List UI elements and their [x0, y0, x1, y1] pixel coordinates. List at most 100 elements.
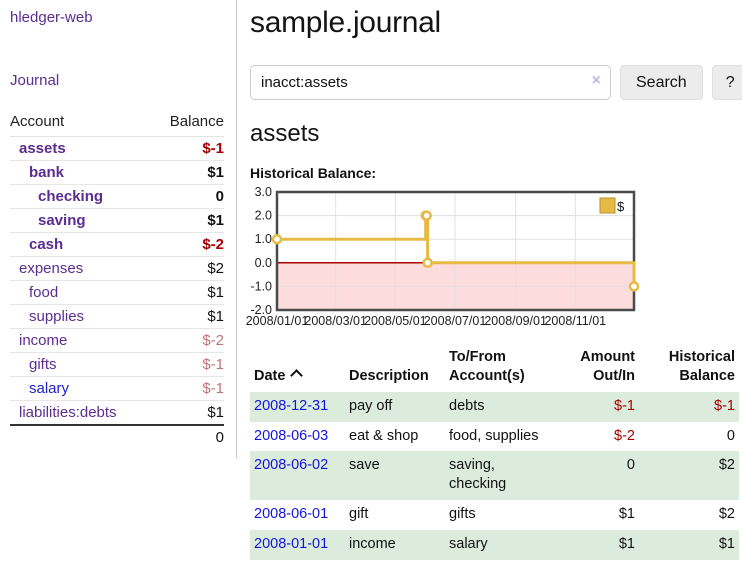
transaction-accounts-line: saving,: [449, 456, 553, 475]
transaction-accounts-line: checking: [449, 475, 553, 494]
app-root: hledger-web Journal Account Balance asse…: [0, 0, 742, 560]
search-input[interactable]: [250, 65, 611, 100]
accounts-table: Account Balance assets$-1bank$1checking0…: [10, 109, 224, 449]
sidebar-account-row: assets $-1: [10, 137, 224, 161]
accounts-header-account: Account: [10, 109, 152, 137]
account-balance: $-1: [152, 377, 224, 401]
transaction-accounts: food, supplies: [445, 422, 557, 452]
account-link-liabilities-debts[interactable]: liabilities:debts: [19, 404, 117, 421]
transaction-date-link[interactable]: 2008-01-01: [254, 536, 328, 552]
y-tick-label: 3.0: [255, 185, 272, 199]
transaction-date-cell: 2008-01-01: [250, 530, 345, 560]
accounts-header-balance: Balance: [152, 109, 224, 137]
app-title: hledger-web: [10, 9, 224, 27]
account-link-supplies[interactable]: supplies: [29, 308, 84, 325]
account-balance: $-2: [152, 233, 224, 257]
account-name-cell: bank: [10, 161, 152, 185]
transaction-date-link[interactable]: 2008-06-03: [254, 428, 328, 444]
account-link-expenses[interactable]: expenses: [19, 260, 83, 277]
sidebar-account-row: food$1: [10, 281, 224, 305]
register-header-date[interactable]: Date: [250, 346, 345, 392]
account-balance: $1: [152, 305, 224, 329]
sidebar-nav: Journal: [10, 72, 224, 90]
transaction-date-cell: 2008-06-01: [250, 500, 345, 530]
transaction-amount: $1: [557, 500, 639, 530]
sort-ascending-icon: [291, 369, 304, 382]
register-row: 2008-06-01giftgifts$1$2: [250, 500, 739, 530]
app-title-link[interactable]: hledger-web: [10, 9, 93, 26]
account-link-bank[interactable]: bank: [29, 164, 64, 181]
sidebar-account-row: expenses$2: [10, 257, 224, 281]
transaction-balance: $2: [639, 451, 739, 500]
sidebar-account-row: cash $-2: [10, 233, 224, 257]
transaction-amount: $1: [557, 530, 639, 560]
accounts-total-row: 0: [10, 425, 224, 449]
transaction-date-link[interactable]: 2008-12-31: [254, 398, 328, 414]
account-link-gifts[interactable]: gifts: [29, 356, 57, 373]
account-name-cell: salary: [10, 377, 152, 401]
register-header-amount-line2: Out/In: [561, 367, 635, 386]
transaction-description: save: [345, 451, 445, 500]
account-name-cell: gifts: [10, 353, 152, 377]
sidebar-account-row: checking0: [10, 185, 224, 209]
search-button[interactable]: Search: [620, 65, 703, 100]
account-name-cell: income: [10, 329, 152, 353]
account-balance: $1: [152, 401, 224, 426]
transaction-description: pay off: [345, 392, 445, 422]
transaction-accounts-line: debts: [449, 397, 553, 416]
help-button[interactable]: ?: [712, 65, 742, 100]
transaction-date-cell: 2008-06-02: [250, 451, 345, 500]
transaction-description: income: [345, 530, 445, 560]
x-tick-label: 2008/11/01: [544, 314, 606, 328]
clear-search-icon[interactable]: ×: [592, 73, 601, 89]
account-name-cell: expenses: [10, 257, 152, 281]
register-header-row: Date Description To/From Account(s) Amou…: [250, 346, 739, 392]
account-link-salary[interactable]: salary: [29, 380, 69, 397]
transaction-balance: $-1: [639, 392, 739, 422]
transaction-balance: $1: [639, 530, 739, 560]
account-balance: $-1: [152, 353, 224, 377]
data-point-marker: [424, 259, 432, 267]
account-balance: $-1: [152, 137, 224, 161]
account-name-cell: saving: [10, 209, 152, 233]
account-balance: $-2: [152, 329, 224, 353]
sidebar-account-row: salary $-1: [10, 377, 224, 401]
account-link-cash[interactable]: cash: [29, 236, 63, 253]
register-header-description: Description: [345, 346, 445, 392]
register-header-balance: Historical Balance: [639, 346, 739, 392]
transaction-accounts: gifts: [445, 500, 557, 530]
transaction-date-link[interactable]: 2008-06-01: [254, 506, 328, 522]
y-tick-label: 1.0: [255, 232, 272, 246]
sidebar-item-journal[interactable]: Journal: [10, 72, 59, 89]
y-tick-label: 0.0: [255, 256, 272, 270]
register-table: Date Description To/From Account(s) Amou…: [250, 346, 739, 560]
account-link-assets[interactable]: assets: [19, 140, 66, 157]
sidebar-account-row: gifts $-1: [10, 353, 224, 377]
transaction-amount: 0: [557, 451, 639, 500]
transaction-amount: $-1: [557, 392, 639, 422]
y-tick-label: 2.0: [255, 209, 272, 223]
account-name-cell: assets: [10, 137, 152, 161]
register-header-date-label: Date: [254, 368, 285, 384]
register-row: 2008-12-31pay offdebts$-1$-1: [250, 392, 739, 422]
main-panel: sample.journal × Search ? assets Histori…: [237, 0, 742, 560]
x-tick-label: 2008/03/01: [304, 314, 367, 328]
account-balance: $1: [152, 209, 224, 233]
account-name-cell: cash: [10, 233, 152, 257]
y-tick-label: -1.0: [250, 279, 272, 293]
account-link-saving[interactable]: saving: [38, 212, 86, 229]
sidebar-account-row: saving $1: [10, 209, 224, 233]
transaction-accounts: salary: [445, 530, 557, 560]
transaction-accounts-line: food, supplies: [449, 427, 553, 446]
transaction-accounts-line: gifts: [449, 505, 553, 524]
historical-balance-chart: $3.02.01.00.0-1.0-2.02008/01/012008/03/0…: [250, 190, 742, 332]
account-name-cell: checking: [10, 185, 152, 209]
page-title: sample.journal: [250, 6, 742, 40]
account-link-food[interactable]: food: [29, 284, 58, 301]
register-header-tofrom: To/From Account(s): [445, 346, 557, 392]
transaction-date-link[interactable]: 2008-06-02: [254, 457, 328, 473]
search-box: ×: [250, 65, 611, 100]
account-link-checking[interactable]: checking: [38, 188, 103, 205]
sidebar: hledger-web Journal Account Balance asse…: [0, 0, 237, 459]
account-link-income[interactable]: income: [19, 332, 67, 349]
